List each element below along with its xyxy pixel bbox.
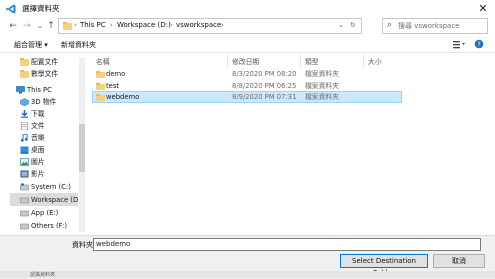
bottom-strip xyxy=(0,271,495,278)
title-bar xyxy=(0,0,495,18)
breadcrumb-vsworkspace[interactable]: vsworkspace xyxy=(176,21,221,29)
column-header-name[interactable]: 名稱 xyxy=(96,56,110,66)
pictures-icon xyxy=(20,158,29,166)
breadcrumb-this-pc[interactable]: This PC xyxy=(80,21,106,29)
sidebar-item-documents[interactable]: 文件 xyxy=(31,120,45,132)
breadcrumb-sep: › xyxy=(170,21,173,29)
file-modified: 8/9/2020 PM 07:31 xyxy=(232,93,297,101)
table-row[interactable]: demo 8/3/2020 PM 08:20 檔案資料夾 xyxy=(92,68,402,80)
music-icon xyxy=(20,134,28,142)
file-type: 檔案資料夾 xyxy=(305,93,339,101)
drive-icon xyxy=(20,223,29,230)
organize-button[interactable]: 組合管理 ▾ xyxy=(14,40,48,50)
column-header-size[interactable]: 大小 xyxy=(368,56,382,66)
sidebar-item-downloads[interactable]: 下載 xyxy=(31,108,45,120)
bottom-strip-text: 認識資料夾 xyxy=(30,272,56,278)
file-name: webdemo xyxy=(106,93,140,101)
address-dropdown-icon[interactable]: ⌄ xyxy=(338,21,344,29)
drive-icon xyxy=(20,197,29,204)
folder-icon xyxy=(20,58,29,66)
sidebar-item-config-docs[interactable]: 配置文件 xyxy=(31,56,58,68)
folder-icon xyxy=(63,22,72,30)
video-icon xyxy=(20,170,29,178)
back-button[interactable]: ← xyxy=(6,18,20,34)
drive-icon xyxy=(20,210,29,217)
sidebar-item-desktop[interactable]: 桌面 xyxy=(31,144,45,156)
select-destination-folder-button[interactable]: Select Destination Folder xyxy=(340,254,428,277)
download-icon xyxy=(21,110,28,118)
sidebar-item-workspace-d[interactable]: Workspace (D:) xyxy=(31,194,83,206)
address-bar[interactable]: › This PC › Workspace (D:) › vsworkspace… xyxy=(58,18,362,34)
help-icon[interactable]: ? xyxy=(474,39,484,49)
view-options-icon[interactable] xyxy=(452,40,468,49)
search-box[interactable]: ⌕ 搜尋 vsworkspace xyxy=(382,18,488,34)
desktop-icon xyxy=(20,146,29,154)
sidebar-item-system-c[interactable]: System (C:) xyxy=(31,181,71,193)
folder-icon xyxy=(96,71,105,78)
breadcrumb-workspace[interactable]: Workspace (D:) xyxy=(117,21,171,29)
sidebar-scrollbar-thumb[interactable] xyxy=(79,124,85,172)
breadcrumb-sep: › xyxy=(221,21,224,29)
folder-name-input[interactable]: webdemo xyxy=(93,238,481,251)
column-divider[interactable] xyxy=(300,54,301,68)
refresh-icon[interactable]: ↻ xyxy=(350,21,356,29)
file-type: 檔案資料夾 xyxy=(305,70,339,78)
drive-icon xyxy=(20,183,29,191)
window-title: 選擇資料夾 xyxy=(22,4,60,13)
column-divider[interactable] xyxy=(363,54,364,68)
sidebar-item-app-e[interactable]: App (E:) xyxy=(31,207,58,219)
new-folder-button[interactable]: 新增資料夾 xyxy=(61,40,96,50)
file-modified: 8/3/2020 PM 08:20 xyxy=(232,70,297,78)
sidebar-item-others-f[interactable]: Others (F:) xyxy=(31,220,67,232)
folder-icon xyxy=(20,70,29,78)
column-header-modified[interactable]: 修改日期 xyxy=(232,56,259,66)
sidebar-item-3d-objects[interactable]: 3D 物件 xyxy=(31,96,56,108)
svg-text:?: ? xyxy=(477,41,481,49)
file-name: demo xyxy=(106,70,126,78)
document-icon xyxy=(21,122,28,130)
sidebar-item-videos[interactable]: 影片 xyxy=(31,168,45,180)
content-scrollbar[interactable] xyxy=(486,54,493,235)
close-button[interactable]: ✕ xyxy=(476,2,490,16)
vscode-icon xyxy=(6,4,16,14)
sidebar-item-music[interactable]: 音樂 xyxy=(31,132,45,144)
folder-field-label: 資料夾: xyxy=(72,241,96,249)
column-divider[interactable] xyxy=(227,54,228,68)
folder-icon xyxy=(96,83,105,90)
table-row-selected[interactable]: webdemo 8/9/2020 PM 07:31 檔案資料夾 xyxy=(92,91,402,103)
breadcrumb-sep: › xyxy=(74,21,77,29)
sidebar-item-math-docs[interactable]: 數學文件 xyxy=(31,68,58,80)
3d-objects-icon xyxy=(20,98,29,106)
computer-icon xyxy=(16,86,25,94)
search-placeholder: 搜尋 vsworkspace xyxy=(398,22,460,30)
sidebar-item-this-pc[interactable]: This PC xyxy=(27,84,52,96)
forward-button[interactable]: → xyxy=(20,18,34,34)
up-button[interactable]: ↑ xyxy=(44,18,58,34)
folder-icon xyxy=(96,94,105,101)
column-header-type[interactable]: 類型 xyxy=(305,56,319,66)
sidebar-item-pictures[interactable]: 圖片 xyxy=(31,156,45,168)
breadcrumb-sep: › xyxy=(110,21,113,29)
search-icon: ⌕ xyxy=(387,20,393,30)
cancel-button[interactable]: 取消 xyxy=(433,254,485,268)
